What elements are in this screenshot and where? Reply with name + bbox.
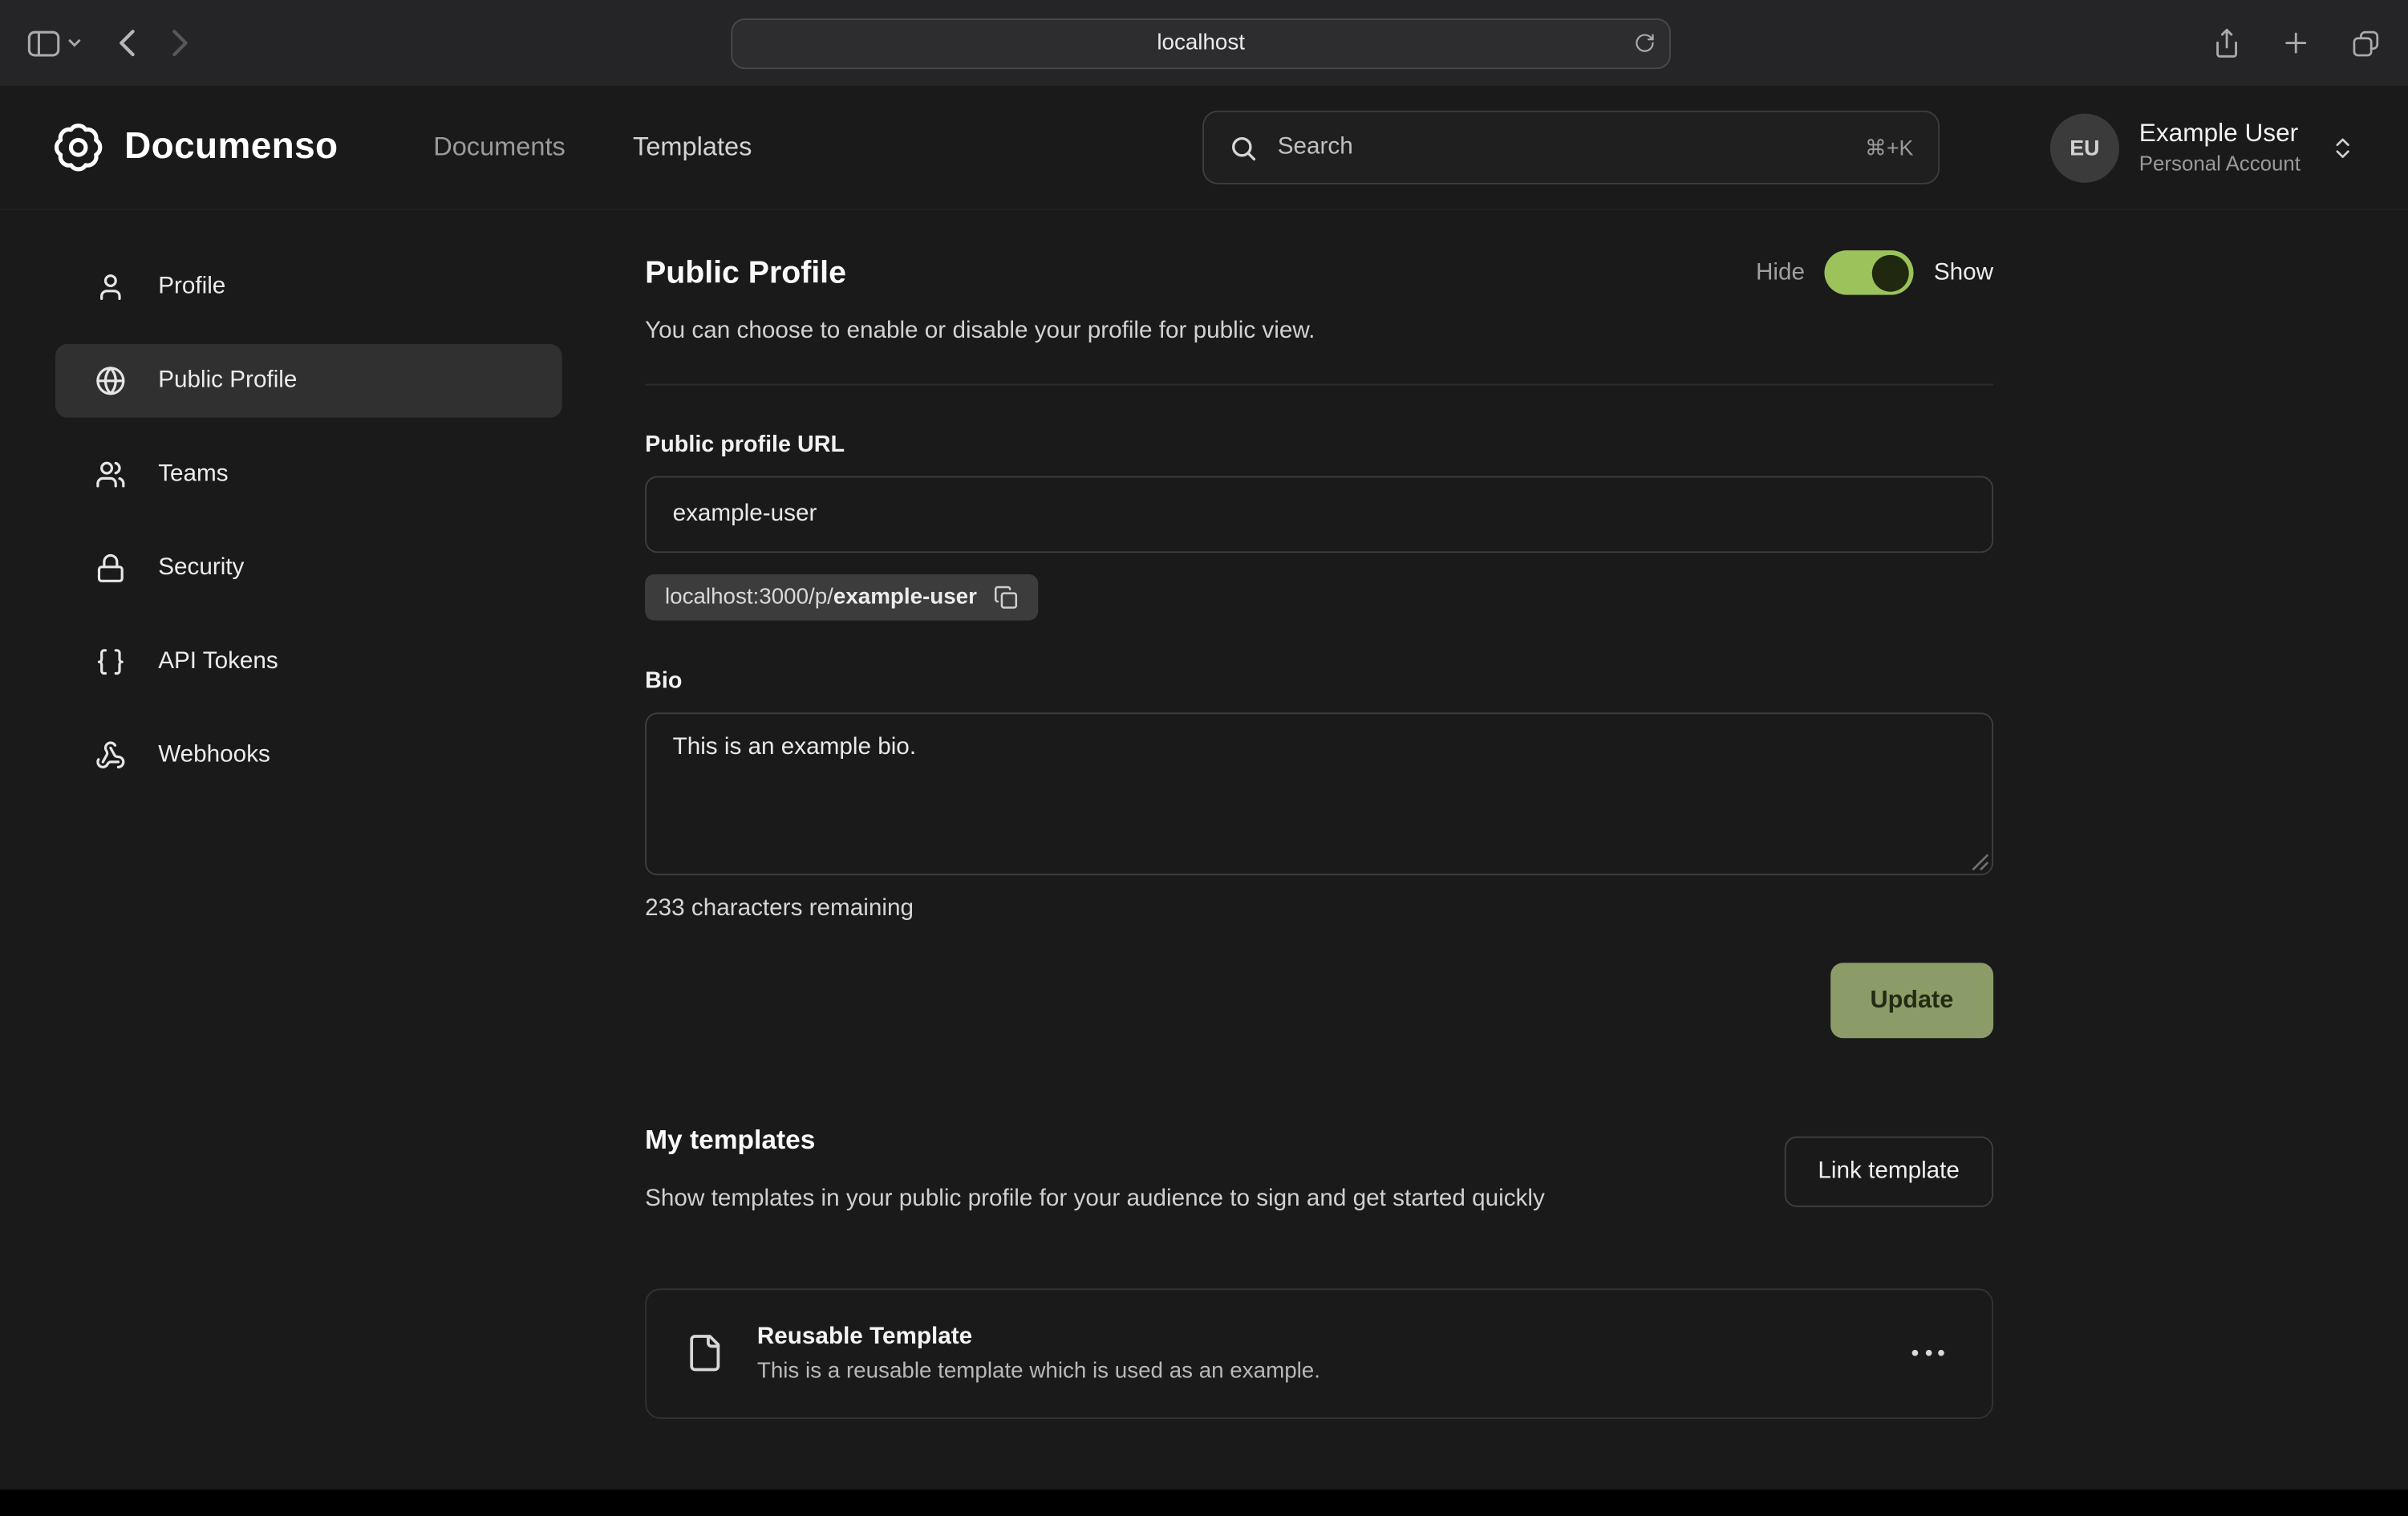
sidebar-menu-chevron-icon[interactable] xyxy=(67,39,81,47)
file-icon xyxy=(685,1330,725,1376)
settings-sidebar: Profile Public Profile Teams Security xyxy=(0,250,645,1418)
sidebar-toggle-button[interactable] xyxy=(27,30,81,56)
update-button[interactable]: Update xyxy=(1830,963,1993,1038)
address-bar[interactable]: localhost xyxy=(731,18,1671,68)
search-shortcut-hint: ⌘+K xyxy=(1865,135,1913,161)
hide-label: Hide xyxy=(1756,259,1805,286)
forward-button[interactable] xyxy=(172,29,189,56)
account-labels: Example User Personal Account xyxy=(2139,117,2301,177)
search-icon xyxy=(1228,133,1257,162)
page-title: Public Profile xyxy=(645,254,846,291)
browser-toolbar: localhost xyxy=(0,0,2408,86)
profile-url-text: localhost:3000/p/example-user xyxy=(665,585,977,610)
url-field-label: Public profile URL xyxy=(645,432,1993,458)
public-profile-url-input[interactable] xyxy=(645,476,1993,553)
sidebar-item-api-tokens[interactable]: API Tokens xyxy=(55,625,562,699)
bio-field-label: Bio xyxy=(645,668,1993,695)
search-input[interactable] xyxy=(1278,134,1845,161)
account-menu[interactable]: EU Example User Personal Account xyxy=(2050,113,2356,182)
sidebar-item-teams[interactable]: Teams xyxy=(55,438,562,512)
public-profile-panel: Public Profile Hide Show You can choose … xyxy=(645,250,1993,1418)
my-templates-description: Show templates in your public profile fo… xyxy=(645,1179,1545,1220)
profile-url-preview: localhost:3000/p/example-user xyxy=(645,574,1038,620)
browser-left-controls xyxy=(27,29,189,56)
my-templates-title: My templates xyxy=(645,1124,1545,1156)
primary-nav: Documents Templates xyxy=(433,132,752,163)
avatar: EU xyxy=(2050,113,2119,182)
link-template-button[interactable]: Link template xyxy=(1784,1137,1993,1207)
nav-documents[interactable]: Documents xyxy=(433,132,566,163)
more-options-icon xyxy=(1912,1350,1919,1356)
account-name: Example User xyxy=(2139,117,2301,150)
sidebar-toggle-icon xyxy=(27,30,59,56)
template-list-item[interactable]: Reusable Template This is a reusable tem… xyxy=(645,1288,1993,1419)
globe-icon xyxy=(94,366,126,396)
profile-visibility-toggle[interactable] xyxy=(1825,250,1914,295)
copy-url-button[interactable] xyxy=(994,585,1019,610)
global-search[interactable]: ⌘+K xyxy=(1202,111,1940,184)
user-icon xyxy=(94,272,126,302)
tab-overview-icon[interactable] xyxy=(2351,28,2380,57)
template-description: This is a reusable template which is use… xyxy=(757,1359,1320,1384)
sidebar-item-label: API Tokens xyxy=(158,648,278,675)
visibility-toggle-group: Hide Show xyxy=(1756,250,1993,295)
window-bottom-edge xyxy=(0,1490,2408,1516)
template-title: Reusable Template xyxy=(757,1323,1320,1351)
characters-remaining: 233 characters remaining xyxy=(645,895,1993,922)
sidebar-item-label: Teams xyxy=(158,460,228,488)
my-templates-header: My templates Show templates in your publ… xyxy=(645,1124,1545,1220)
toggle-knob xyxy=(1872,254,1909,291)
template-texts: Reusable Template This is a reusable tem… xyxy=(757,1323,1320,1384)
sidebar-item-webhooks[interactable]: Webhooks xyxy=(55,719,562,792)
brand-name: Documenso xyxy=(124,126,338,169)
sidebar-item-label: Profile xyxy=(158,274,225,301)
copy-icon xyxy=(994,585,1019,610)
nav-templates[interactable]: Templates xyxy=(633,132,752,163)
lock-icon xyxy=(94,553,126,583)
sidebar-item-label: Security xyxy=(158,554,244,582)
braces-icon xyxy=(94,647,126,677)
page-subtitle: You can choose to enable or disable your… xyxy=(645,318,1993,345)
sidebar-item-public-profile[interactable]: Public Profile xyxy=(55,344,562,418)
divider xyxy=(645,384,1993,386)
template-menu-button[interactable] xyxy=(1903,1341,1953,1366)
reload-icon[interactable] xyxy=(1634,30,1656,55)
sidebar-item-security[interactable]: Security xyxy=(55,531,562,605)
show-label: Show xyxy=(1934,259,1993,286)
settings-page: Profile Public Profile Teams Security xyxy=(0,210,2408,1418)
documenso-logo[interactable]: Documenso xyxy=(52,121,338,173)
users-icon xyxy=(94,459,126,489)
app-header: Documenso Documents Templates ⌘+K EU Exa… xyxy=(0,86,2408,210)
webhook-icon xyxy=(94,740,126,771)
sidebar-item-profile[interactable]: Profile xyxy=(55,250,562,324)
chevrons-up-down-icon xyxy=(2329,135,2356,161)
account-type: Personal Account xyxy=(2139,151,2301,178)
documenso-seal-icon xyxy=(52,121,104,173)
sidebar-item-label: Public Profile xyxy=(158,367,297,395)
new-tab-icon[interactable] xyxy=(2282,29,2309,56)
browser-right-controls xyxy=(2213,27,2381,59)
back-button[interactable] xyxy=(118,29,135,56)
browser-window: localhost xyxy=(0,0,2408,1516)
address-bar-url: localhost xyxy=(1157,30,1245,55)
sidebar-item-label: Webhooks xyxy=(158,742,270,769)
bio-textarea[interactable]: This is an example bio. xyxy=(645,712,1993,875)
resize-grip-icon[interactable] xyxy=(1972,853,1988,870)
share-icon[interactable] xyxy=(2213,27,2240,59)
